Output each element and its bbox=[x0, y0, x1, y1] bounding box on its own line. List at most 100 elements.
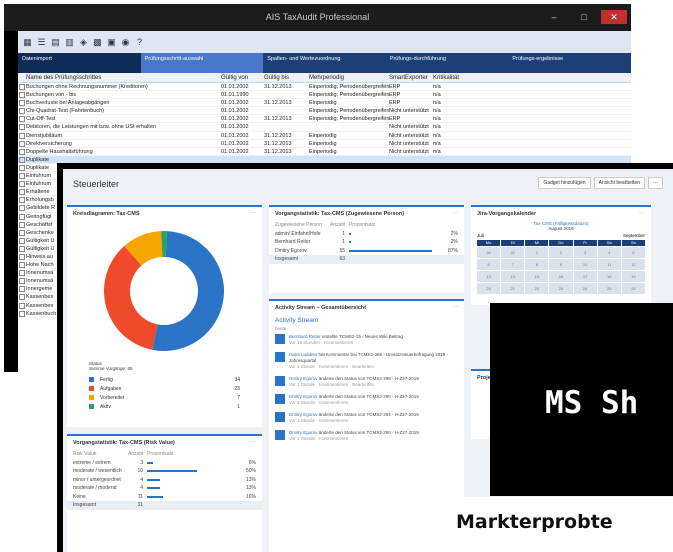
row-checkbox[interactable] bbox=[19, 237, 25, 244]
table-icon[interactable]: ▤ bbox=[50, 37, 61, 48]
row-checkbox[interactable] bbox=[19, 262, 25, 269]
edit-view-button[interactable]: Ansicht bearbeiten bbox=[593, 177, 645, 189]
more-button[interactable]: ··· bbox=[648, 177, 663, 189]
table-row[interactable]: Doppelte Haushaltsführung 01.01.2002 31.12… bbox=[18, 148, 631, 156]
maximize-button[interactable]: □ bbox=[571, 10, 597, 24]
column-header-name[interactable]: Name des Prüfungsschrittes bbox=[26, 73, 221, 82]
calendar-cell[interactable]: 10 bbox=[573, 259, 597, 270]
table-row[interactable]: Dmitry Egorov 55 87% bbox=[269, 247, 464, 256]
row-checkbox[interactable] bbox=[19, 197, 25, 204]
calendar-next-button[interactable]: September bbox=[623, 233, 645, 238]
stream-item[interactable]: Dana Lüdders hat Kommentar bei TCMS2-368… bbox=[269, 349, 464, 373]
row-checkbox[interactable] bbox=[19, 310, 25, 317]
legend-item[interactable]: Aktiv 1 bbox=[83, 402, 246, 411]
row-checkbox[interactable] bbox=[19, 286, 25, 293]
card-menu-icon[interactable]: ··· bbox=[452, 304, 458, 310]
card-menu-icon[interactable]: ··· bbox=[452, 210, 458, 216]
globe-icon[interactable]: ◉ bbox=[120, 37, 131, 48]
calendar-cell[interactable]: 11 bbox=[597, 259, 621, 270]
calendar-cell[interactable]: 2 bbox=[549, 247, 573, 258]
stream-item[interactable]: Bernhard Reiter erstellte TCMS2-15 - Neu… bbox=[269, 331, 464, 349]
grid-icon[interactable]: ▦ bbox=[22, 37, 33, 48]
table-row[interactable]: minor / untergeordnet 4 13% bbox=[67, 476, 262, 485]
calendar-cell[interactable]: 4 bbox=[597, 247, 621, 258]
calendar-cell[interactable]: 20 bbox=[477, 283, 501, 294]
calendar-cell[interactable]: 26 bbox=[621, 283, 645, 294]
column-header-smartexporter[interactable]: SmartExporter bbox=[389, 73, 433, 82]
close-button[interactable]: ✕ bbox=[601, 10, 627, 24]
wizard-step-zuordnung[interactable]: Spalten- und Wertezuordnung bbox=[263, 53, 386, 73]
wizard-step-auswahl[interactable]: Prüfungsschritt-auswahl bbox=[140, 53, 264, 73]
row-checkbox[interactable] bbox=[19, 213, 25, 220]
stream-item[interactable]: Dmitry Egorov änderte den Status von TCM… bbox=[269, 373, 464, 391]
calendar-cell[interactable]: 1 bbox=[525, 247, 549, 258]
list-icon[interactable]: ☰ bbox=[36, 37, 47, 48]
stream-item[interactable]: Dmitry Egorov änderte den Status von TCM… bbox=[269, 427, 464, 445]
row-checkbox[interactable] bbox=[19, 205, 25, 212]
table-row[interactable]: Debitoren, die Leistungen mit bzw. ohne … bbox=[18, 123, 631, 132]
calendar-cell[interactable]: 31 bbox=[501, 247, 525, 258]
row-checkbox[interactable] bbox=[19, 181, 25, 188]
card-menu-icon[interactable]: ··· bbox=[639, 210, 645, 216]
row-checkbox[interactable] bbox=[19, 100, 25, 107]
table-row[interactable]: admin/ Einfahrt/Hofe 1 2% bbox=[269, 230, 464, 239]
table-row[interactable]: Cut-Off-Test 01.01.2002 31.12.2013 Einperio… bbox=[18, 115, 631, 124]
binoculars-icon[interactable]: ◈ bbox=[78, 37, 89, 48]
calendar-cell[interactable]: 3 bbox=[573, 247, 597, 258]
legend-item[interactable]: Vorbereitet 7 bbox=[83, 393, 246, 402]
row-checkbox[interactable] bbox=[19, 156, 25, 163]
legend-item[interactable]: Fertig 34 bbox=[83, 375, 246, 384]
row-checkbox[interactable] bbox=[19, 92, 25, 99]
table-row[interactable]: extreme / extrem 3 6% bbox=[67, 459, 262, 468]
calendar-cell[interactable]: 7 bbox=[501, 259, 525, 270]
table-row[interactable]: Bernhard Reiter 1 2% bbox=[269, 238, 464, 247]
column-header-bis[interactable]: Gültig bis bbox=[264, 73, 309, 82]
calendar-cell[interactable]: 5 bbox=[621, 247, 645, 258]
row-checkbox[interactable] bbox=[19, 124, 25, 131]
calendar-cell[interactable]: 23 bbox=[549, 283, 573, 294]
row-checkbox[interactable] bbox=[19, 132, 25, 139]
row-checkbox[interactable] bbox=[19, 245, 25, 252]
calendar-cell[interactable]: 15 bbox=[525, 271, 549, 282]
row-checkbox[interactable] bbox=[19, 302, 25, 309]
calendar-cell[interactable]: 9 bbox=[549, 259, 573, 270]
row-checkbox[interactable] bbox=[19, 189, 25, 196]
calendar-cell[interactable]: 13 bbox=[477, 271, 501, 282]
row-checkbox[interactable] bbox=[19, 294, 25, 301]
calendar-cell[interactable]: 18 bbox=[597, 271, 621, 282]
donut-slice-aufgaben[interactable] bbox=[104, 246, 158, 350]
calendar-cell[interactable]: 8 bbox=[525, 259, 549, 270]
row-checkbox[interactable] bbox=[19, 116, 25, 123]
calendar-cell[interactable]: 30 bbox=[477, 247, 501, 258]
row-checkbox[interactable] bbox=[19, 164, 25, 171]
calendar-cell[interactable]: 6 bbox=[477, 259, 501, 270]
table-row[interactable]: moderate / wesentlich 10 50% bbox=[67, 467, 262, 476]
stream-item[interactable]: Dmitry Egorov änderte den Status von TCM… bbox=[269, 409, 464, 427]
calendar-cell[interactable]: 19 bbox=[621, 271, 645, 282]
calendar-cell[interactable]: 24 bbox=[573, 283, 597, 294]
row-checkbox[interactable] bbox=[19, 221, 25, 228]
calendar-cell[interactable]: 25 bbox=[597, 283, 621, 294]
table-row[interactable]: moderate / moderat 4 13% bbox=[67, 484, 262, 493]
wizard-step-ergebnisse[interactable]: Prüfungs-ergebnisse bbox=[508, 53, 631, 73]
card-menu-icon[interactable]: ··· bbox=[250, 439, 256, 445]
calendar-cell[interactable]: 17 bbox=[573, 271, 597, 282]
table-row[interactable]: Direktversicherung 01.01.2002 31.12.2013 Ei… bbox=[18, 140, 631, 148]
calendar-cell[interactable]: 21 bbox=[501, 283, 525, 294]
calendar-cell[interactable]: 22 bbox=[525, 283, 549, 294]
table-row[interactable]: Dienstjubiläum 01.01.2002 31.12.2013 Einper… bbox=[18, 132, 631, 140]
row-checkbox[interactable] bbox=[19, 278, 25, 285]
table-row[interactable]: Buchverluste bei Anlageabgängen 01.01.200… bbox=[18, 99, 631, 108]
add-gadget-button[interactable]: Gadget hinzufügen bbox=[538, 177, 591, 189]
calendar-cell[interactable]: 14 bbox=[501, 271, 525, 282]
wizard-step-durchfuehrung[interactable]: Prüfungs-durchführung bbox=[386, 53, 509, 73]
table-row[interactable]: Buchungen ohne Rechnungsnummer (Kreditor… bbox=[18, 83, 631, 92]
column-header-von[interactable]: Gültig von bbox=[221, 73, 264, 82]
filter-icon[interactable]: ▥ bbox=[64, 37, 75, 48]
row-checkbox[interactable] bbox=[19, 84, 25, 90]
row-checkbox[interactable] bbox=[19, 173, 25, 180]
minimize-button[interactable]: – bbox=[541, 10, 567, 24]
calc-icon[interactable]: ▣ bbox=[106, 37, 117, 48]
calendar-cell[interactable]: 12 bbox=[621, 259, 645, 270]
row-checkbox[interactable] bbox=[19, 140, 25, 147]
